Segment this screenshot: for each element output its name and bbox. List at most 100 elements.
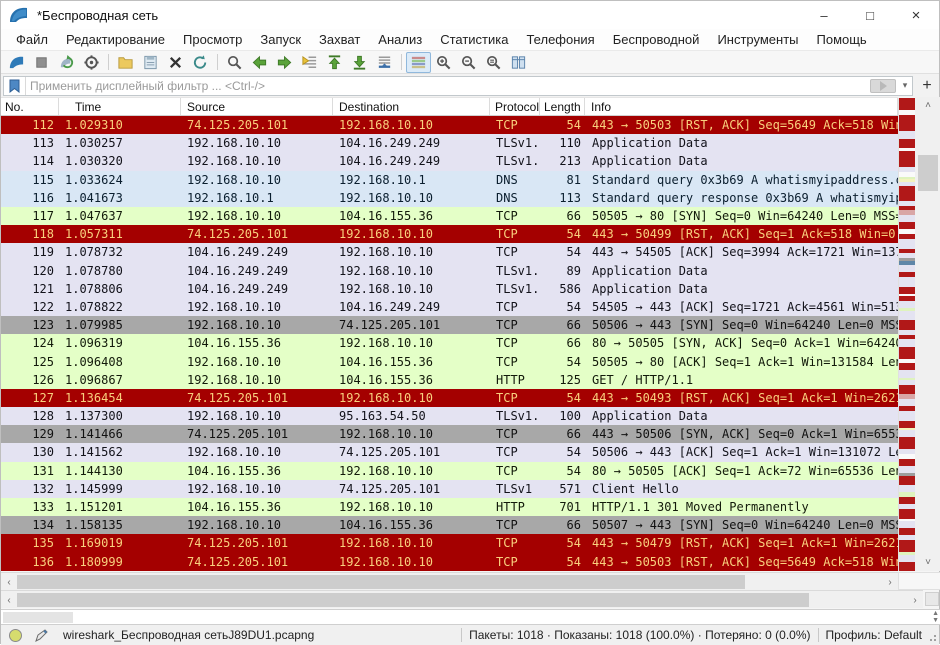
menu-item-5[interactable]: Анализ [369,30,431,49]
packet-row-122[interactable]: 1221.078822192.168.10.10104.16.249.249TC… [1,298,898,316]
open-file-button[interactable] [113,52,138,73]
go-to-packet-button[interactable] [297,52,322,73]
scroll-left-arrow-icon[interactable]: ‹ [2,575,16,589]
packet-row-131[interactable]: 1311.144130104.16.155.36192.168.10.10TCP… [1,462,898,480]
filter-bookmark-button[interactable] [4,77,26,95]
minimap-stripe [899,151,915,168]
resize-grip[interactable] [926,629,936,641]
zoom-out-button[interactable] [456,52,481,73]
packet-row-135[interactable]: 1351.16901974.125.205.101192.168.10.10TC… [1,534,898,552]
go-back-button[interactable] [247,52,272,73]
scroll-right-arrow-icon[interactable]: › [908,593,922,607]
cell-no: 113 [1,136,59,150]
go-forward-button[interactable] [272,52,297,73]
packet-row-130[interactable]: 1301.141562192.168.10.1074.125.205.101TC… [1,443,898,461]
close-file-button[interactable] [163,52,188,73]
packet-row-136[interactable]: 1361.18099974.125.205.101192.168.10.10TC… [1,553,898,571]
packet-row-115[interactable]: 1151.033624192.168.10.10192.168.10.1DNS8… [1,171,898,189]
mini-scroll-arrows-icon[interactable]: ▲▼ [932,610,939,624]
column-header-no[interactable]: No. [1,98,59,115]
minimize-button[interactable]: – [801,1,847,29]
display-filter-input[interactable]: Применить дисплейный фильтр ... <Ctrl-/>… [3,76,913,96]
menu-item-6[interactable]: Статистика [431,30,517,49]
secondary-hscrollbar[interactable]: ‹ › [1,590,923,608]
packet-row-112[interactable]: 1121.02931074.125.205.101192.168.10.10TC… [1,116,898,134]
restart-capture-button[interactable] [54,52,79,73]
packet-row-129[interactable]: 1291.14146674.125.205.101192.168.10.10TC… [1,425,898,443]
packet-row-113[interactable]: 1131.030257192.168.10.10104.16.249.249TL… [1,134,898,152]
capture-options-button[interactable] [79,52,104,73]
column-header-info[interactable]: Info [585,98,898,115]
vertical-scrollbar-thumb[interactable] [918,155,938,191]
packet-row-124[interactable]: 1241.096319104.16.155.36192.168.10.10TCP… [1,334,898,352]
packet-row-125[interactable]: 1251.096408192.168.10.10104.16.155.36TCP… [1,352,898,370]
expert-info-icon[interactable] [9,629,22,642]
cell-pro: DNS [490,173,540,187]
packet-row-117[interactable]: 1171.047637192.168.10.10104.16.155.36TCP… [1,207,898,225]
start-capture-button[interactable] [4,52,29,73]
column-header-source[interactable]: Source [181,98,333,115]
column-header-time[interactable]: Time [59,98,181,115]
vertical-scrollbar[interactable]: ˄ ˅ [915,97,940,571]
detail-pane-handle[interactable] [3,612,73,623]
menu-item-7[interactable]: Телефония [517,30,603,49]
scroll-up-arrow-icon[interactable]: ˄ [915,97,940,114]
menu-item-4[interactable]: Захват [310,30,369,49]
menu-item-9[interactable]: Инструменты [708,30,807,49]
stop-capture-button[interactable] [29,52,54,73]
save-file-button[interactable] [138,52,163,73]
packet-row-133[interactable]: 1331.151201104.16.155.36192.168.10.10HTT… [1,498,898,516]
menu-item-1[interactable]: Редактирование [57,30,174,49]
packet-row-118[interactable]: 1181.05731174.125.205.101192.168.10.10TC… [1,225,898,243]
hscrollbar-thumb[interactable] [17,593,809,607]
packet-list-hscrollbar[interactable]: ‹ › [1,572,898,590]
go-top-button[interactable] [322,52,347,73]
apply-filter-button[interactable] [870,79,896,93]
menu-item-8[interactable]: Беспроводной [604,30,709,49]
auto-scroll-button[interactable] [372,52,397,73]
find-packet-button[interactable] [222,52,247,73]
menu-item-2[interactable]: Просмотр [174,30,251,49]
menu-item-3[interactable]: Запуск [251,30,310,49]
maximize-button[interactable]: □ [847,1,893,29]
packet-row-119[interactable]: 1191.078732104.16.249.249192.168.10.10TC… [1,243,898,261]
column-header-destination[interactable]: Destination [333,98,490,115]
filter-dropdown-caret[interactable]: ▾ [898,77,912,95]
packet-minimap[interactable] [898,98,915,571]
packet-row-127[interactable]: 1271.13645474.125.205.101192.168.10.10TC… [1,389,898,407]
packet-row-121[interactable]: 1211.078806104.16.249.249192.168.10.10TL… [1,280,898,298]
menu-item-0[interactable]: Файл [7,30,57,49]
minimap-stripe [899,98,915,110]
column-header-protocol[interactable]: Protocol [490,98,540,115]
packet-row-114[interactable]: 1141.030320192.168.10.10104.16.249.249TL… [1,152,898,170]
go-bottom-button[interactable] [347,52,372,73]
hscrollbar-thumb[interactable] [17,575,745,589]
scroll-down-arrow-icon[interactable]: ˅ [915,554,940,571]
scroll-left-arrow-icon[interactable]: ‹ [2,593,16,607]
cell-no: 133 [1,500,59,514]
packet-row-116[interactable]: 1161.041673192.168.10.1192.168.10.10DNS1… [1,189,898,207]
cell-pro: TCP [490,209,540,223]
cell-dst: 192.168.10.10 [333,391,490,405]
packet-row-123[interactable]: 1231.079985192.168.10.1074.125.205.101TC… [1,316,898,334]
add-filter-button[interactable]: + [917,76,937,96]
colorize-button[interactable] [406,52,431,73]
cell-src: 74.125.205.101 [181,118,333,132]
close-button[interactable]: × [893,1,939,29]
packet-row-120[interactable]: 1201.078780104.16.249.249192.168.10.10TL… [1,262,898,280]
zoom-original-button[interactable] [481,52,506,73]
packet-row-132[interactable]: 1321.145999192.168.10.1074.125.205.101TL… [1,480,898,498]
packet-row-134[interactable]: 1341.158135192.168.10.10104.16.155.36TCP… [1,516,898,534]
scrollbar-extra-button[interactable] [925,592,939,606]
packet-row-128[interactable]: 1281.137300192.168.10.1095.163.54.50TLSv… [1,407,898,425]
cell-len: 81 [540,173,585,187]
menu-item-10[interactable]: Помощь [808,30,876,49]
reload-file-button[interactable] [188,52,213,73]
packet-row-126[interactable]: 1261.096867192.168.10.10104.16.155.36HTT… [1,371,898,389]
capture-comment-icon[interactable] [34,628,49,643]
zoom-in-button[interactable] [431,52,456,73]
resize-columns-button[interactable] [506,52,531,73]
scroll-right-arrow-icon[interactable]: › [883,575,897,589]
open-file-icon [117,54,134,71]
column-header-length[interactable]: Length [540,98,585,115]
